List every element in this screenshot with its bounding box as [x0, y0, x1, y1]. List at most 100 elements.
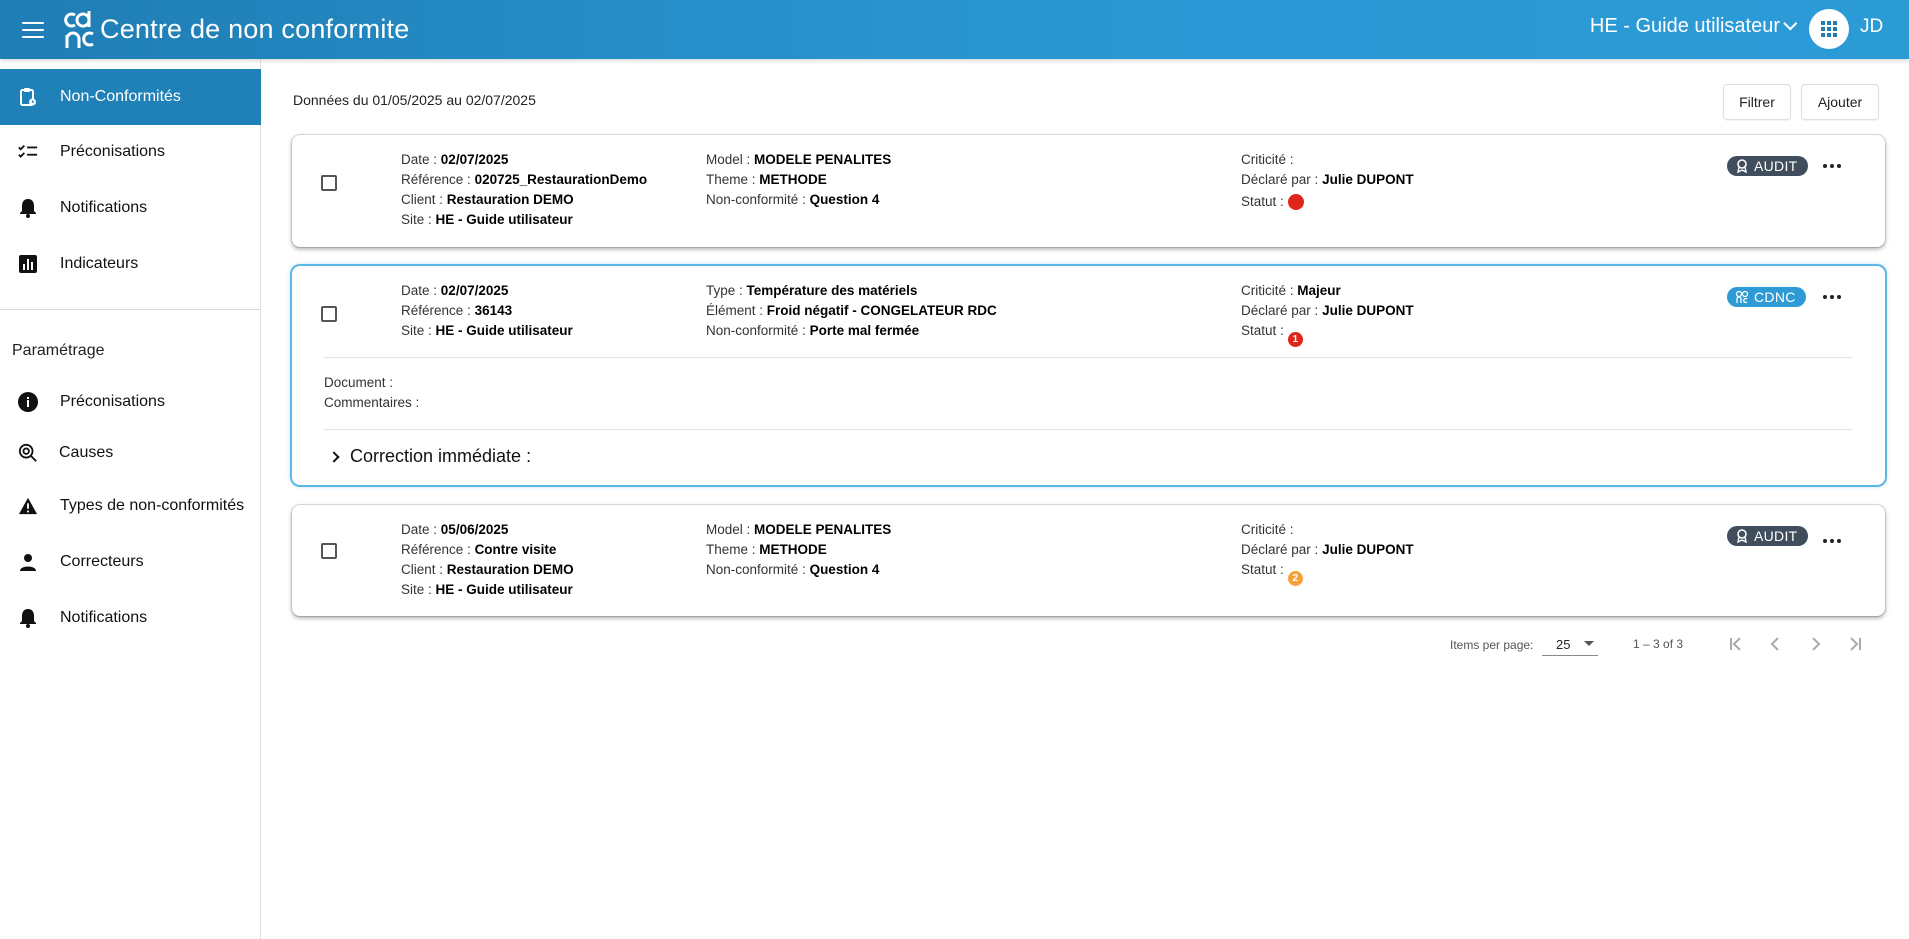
element-field: Élément : Froid négatif - CONGELATEUR RD…	[706, 303, 997, 318]
sidebar-item-non-conformites[interactable]: Non-Conformités	[0, 69, 261, 125]
site-field: Site : HE - Guide utilisateur	[401, 323, 573, 338]
warning-icon	[18, 496, 38, 516]
row-checkbox[interactable]	[321, 175, 337, 191]
filter-button[interactable]: Filtrer	[1723, 84, 1791, 120]
date-field: Date : 02/07/2025	[401, 283, 509, 298]
source-badge: AUDIT	[1727, 526, 1808, 546]
client-field: Client : Restauration DEMO	[401, 562, 574, 577]
criticite-field: Criticité :	[1241, 152, 1294, 167]
theme-field: Theme : METHODE	[706, 172, 827, 187]
top-app-bar: Centre de non conformite HE - Guide util…	[0, 0, 1909, 59]
sidebar-item-label: Indicateurs	[60, 255, 139, 272]
status-field: Statut :	[1241, 192, 1304, 212]
chevron-right-icon	[328, 450, 340, 463]
add-button[interactable]: Ajouter	[1801, 84, 1879, 120]
more-options-icon[interactable]	[1818, 287, 1846, 307]
declared-by-field: Déclaré par : Julie DUPONT	[1241, 303, 1414, 318]
site-selector[interactable]: HE - Guide utilisateur	[1589, 0, 1798, 53]
ribbon-icon	[1737, 529, 1747, 543]
app-title: Centre de non conformite	[100, 14, 410, 44]
sidebar-item-correcteurs[interactable]: Correcteurs	[0, 534, 261, 590]
status-indicator: 1	[1287, 332, 1303, 347]
client-field: Client : Restauration DEMO	[401, 192, 574, 207]
previous-page-icon[interactable]	[1764, 632, 1788, 656]
correction-immediate-label: Correction immédiate :	[350, 446, 532, 466]
theme-field: Theme : METHODE	[706, 542, 827, 557]
sidebar-item-label: Non-Conformités	[60, 88, 181, 105]
apps-grid-icon[interactable]	[1809, 9, 1849, 49]
info-icon	[18, 392, 38, 412]
hamburger-menu-icon[interactable]	[22, 21, 44, 38]
first-page-icon[interactable]	[1724, 632, 1748, 656]
site-selector-label: HE - Guide utilisateur	[1589, 15, 1780, 37]
bar-chart-icon	[18, 254, 38, 274]
nc-card[interactable]: Date : 02/07/2025 Référence : 020725_Res…	[292, 135, 1885, 247]
sidebar-item-types-non-conformites[interactable]: Types de non-conformités	[0, 478, 261, 534]
sidebar-item-label: Préconisations	[60, 393, 165, 410]
source-badge: AUDIT	[1727, 156, 1808, 176]
nc-card[interactable]: Date : 05/06/2025 Référence : Contre vis…	[292, 505, 1885, 616]
search-target-icon	[18, 443, 38, 463]
clipboard-icon	[18, 87, 38, 107]
ribbon-icon	[1737, 159, 1747, 173]
bell-icon	[18, 608, 38, 628]
page-size-select[interactable]: 25	[1542, 630, 1598, 656]
non-conformite-field: Non-conformité : Question 4	[706, 192, 880, 207]
sidebar-item-indicateurs[interactable]: Indicateurs	[0, 236, 261, 292]
sidebar-item-preconisations[interactable]: Préconisations	[0, 124, 261, 180]
type-field: Type : Température des matériels	[706, 283, 918, 298]
reference-field: Référence : Contre visite	[401, 542, 557, 557]
sidebar-item-label: Correcteurs	[60, 553, 144, 570]
card-divider	[324, 357, 1852, 358]
date-field: Date : 02/07/2025	[401, 152, 509, 167]
reference-field: Référence : 020725_RestaurationDemo	[401, 172, 648, 187]
user-avatar[interactable]: JD	[1860, 16, 1883, 38]
status-indicator	[1287, 194, 1304, 210]
sidebar-item-settings-notifications[interactable]: Notifications	[0, 590, 261, 646]
person-icon	[18, 552, 38, 572]
sidebar-item-label: Causes	[59, 444, 114, 461]
settings-section-title: Paramétrage	[12, 342, 105, 359]
bell-icon	[18, 198, 38, 218]
site-field: Site : HE - Guide utilisateur	[401, 582, 573, 597]
reference-field: Référence : 36143	[401, 303, 513, 318]
pagination-range: 1 – 3 of 3	[1633, 637, 1684, 651]
row-checkbox[interactable]	[321, 543, 337, 559]
cdnc-logo-icon	[1735, 290, 1749, 304]
non-conformite-field: Non-conformité : Question 4	[706, 562, 880, 577]
date-field: Date : 05/06/2025	[401, 522, 509, 537]
page-size-value: 25	[1556, 637, 1571, 652]
next-page-icon[interactable]	[1803, 632, 1827, 656]
sidebar-item-label: Types de non-conformités	[60, 497, 245, 514]
sidebar: Non-Conformités Préconisations Notificat…	[0, 59, 261, 939]
declared-by-field: Déclaré par : Julie DUPONT	[1241, 542, 1414, 557]
sidebar-item-settings-preconisations[interactable]: Préconisations	[0, 374, 261, 430]
nc-card-expanded[interactable]: Date : 02/07/2025 Référence : 36143 Site…	[292, 266, 1885, 485]
card-divider	[324, 429, 1852, 430]
chevron-down-icon	[1783, 15, 1798, 31]
row-checkbox[interactable]	[321, 306, 337, 322]
last-page-icon[interactable]	[1843, 632, 1867, 656]
items-per-page-label: Items per page:	[1450, 638, 1534, 652]
sidebar-item-label: Notifications	[60, 199, 148, 216]
model-field: Model : MODELE PENALITES	[706, 522, 892, 537]
status-field: Statut :2	[1241, 560, 1303, 586]
sidebar-item-label: Notifications	[60, 609, 148, 626]
source-badge: CDNC	[1727, 287, 1806, 307]
status-indicator: 2	[1287, 571, 1303, 586]
comments-label: Commentaires :	[324, 395, 420, 410]
non-conformite-field: Non-conformité : Porte mal fermée	[706, 323, 920, 338]
sidebar-item-causes[interactable]: Causes	[0, 425, 261, 481]
model-field: Model : MODELE PENALITES	[706, 152, 892, 167]
cdnc-logo	[62, 8, 98, 52]
status-field: Statut :1	[1241, 321, 1303, 347]
checklist-icon	[18, 142, 38, 162]
more-options-icon[interactable]	[1818, 531, 1846, 551]
declared-by-field: Déclaré par : Julie DUPONT	[1241, 172, 1414, 187]
sidebar-item-label: Préconisations	[60, 143, 165, 160]
correction-immediate-expander[interactable]: Correction immédiate :	[328, 446, 532, 467]
sidebar-item-notifications[interactable]: Notifications	[0, 180, 261, 236]
document-label: Document :	[324, 375, 394, 390]
more-options-icon[interactable]	[1818, 156, 1846, 176]
criticite-field: Criticité :	[1241, 522, 1294, 537]
